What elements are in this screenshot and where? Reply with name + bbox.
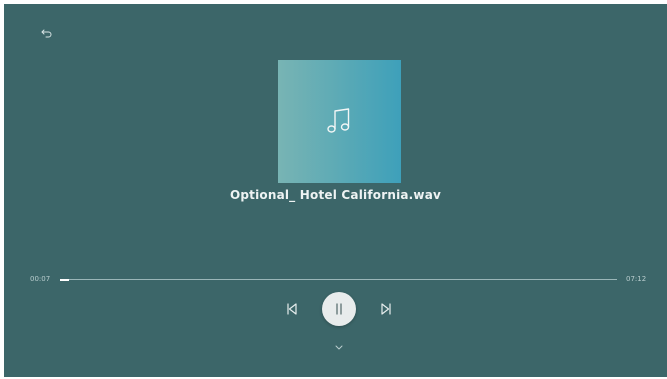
pause-icon (336, 303, 342, 315)
total-time: 07:12 (626, 275, 647, 283)
play-pause-button[interactable] (322, 292, 356, 326)
progress-bar[interactable] (60, 278, 617, 281)
previous-button[interactable] (286, 302, 298, 316)
collapse-button[interactable] (334, 344, 344, 351)
next-button[interactable] (380, 302, 392, 316)
chevron-down-icon (335, 345, 343, 350)
back-arrow-icon[interactable] (39, 25, 55, 41)
track-title: Optional_ Hotel California.wav (229, 188, 442, 202)
elapsed-time: 00:07 (30, 275, 51, 283)
skip-previous-icon (287, 303, 297, 315)
music-note-icon (327, 108, 350, 133)
music-player-screen: Optional_ Hotel California.wav 00:07 07:… (4, 4, 667, 377)
skip-next-icon (381, 303, 391, 315)
progress-fill (60, 278, 70, 281)
album-art (278, 60, 401, 183)
